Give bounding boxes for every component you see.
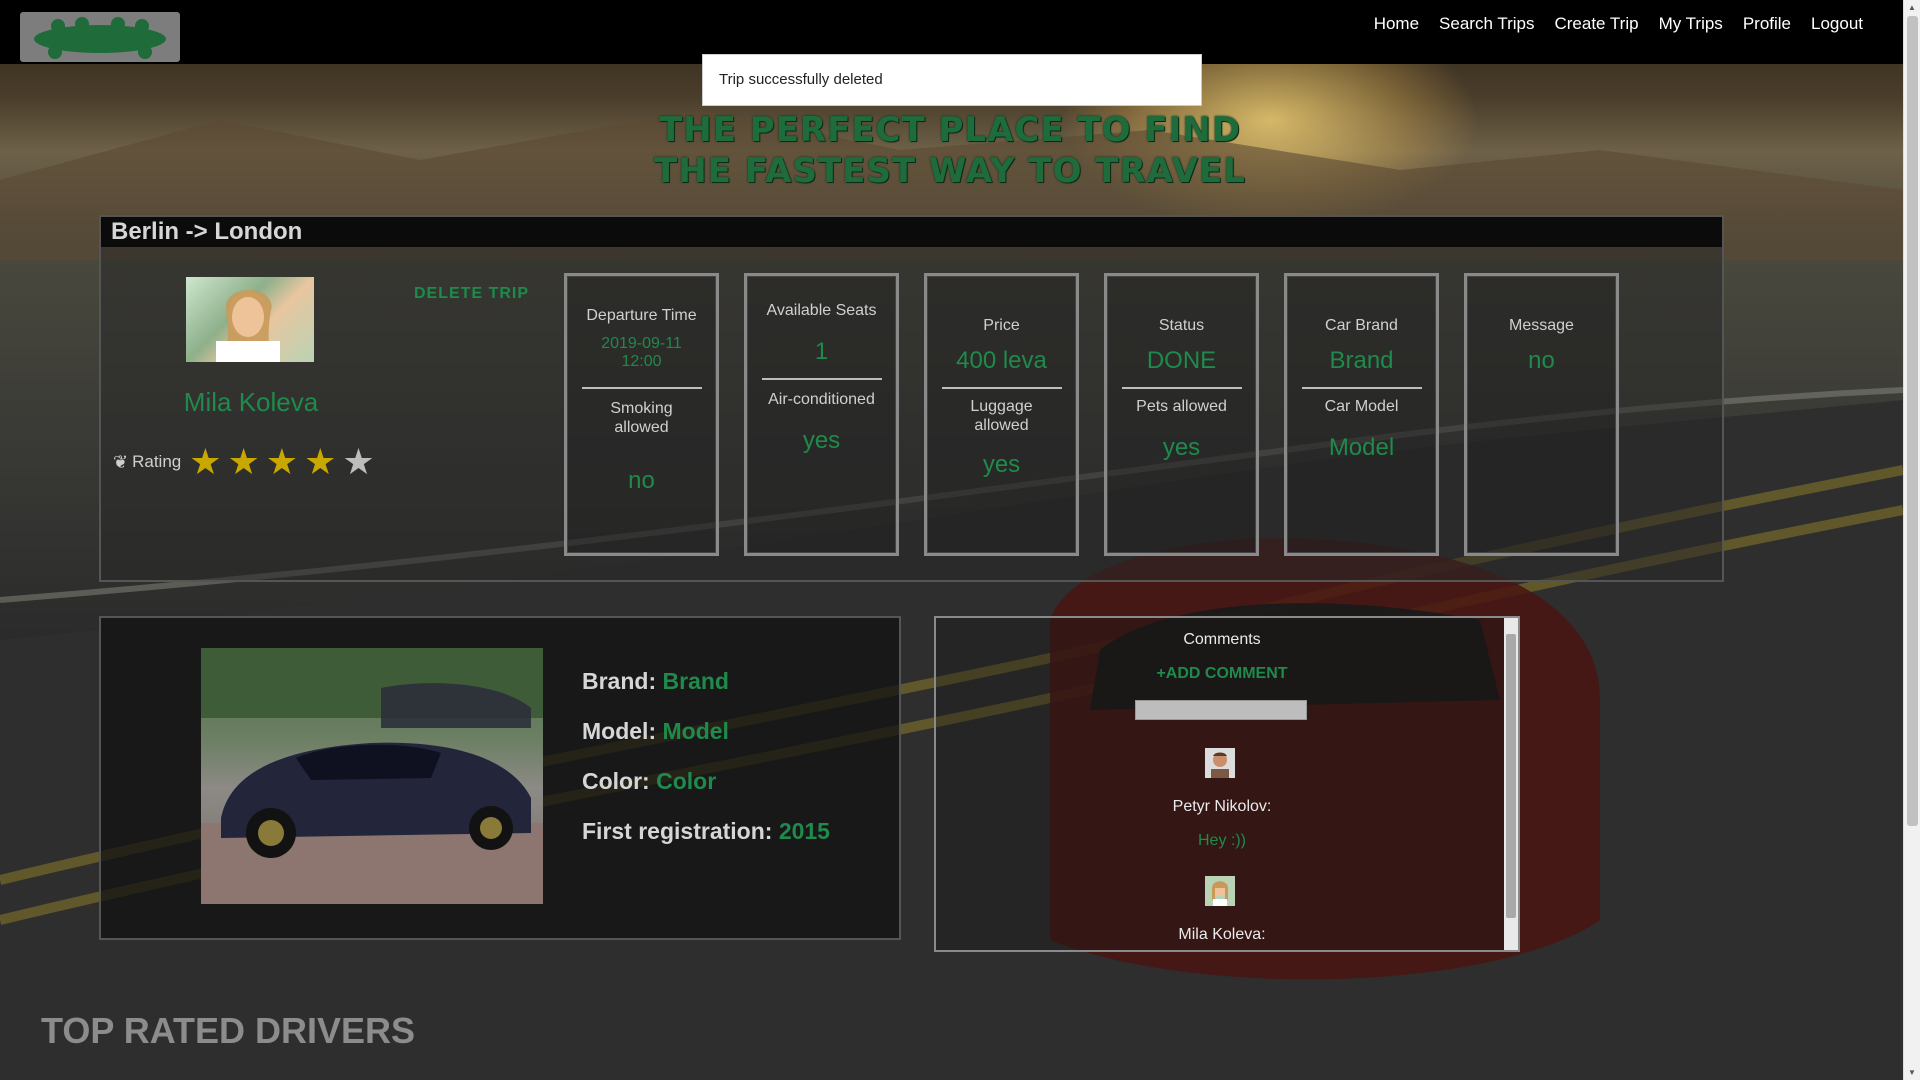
info-card-car: Car Brand Brand Car Model Model xyxy=(1284,273,1439,556)
star-icon: ★ xyxy=(265,441,299,482)
info-card-seats: Available Seats 1 Air-conditioned yes xyxy=(744,273,899,556)
add-comment-button[interactable]: +ADD COMMENT xyxy=(936,665,1508,683)
card-bottom-value: Model xyxy=(1328,434,1395,461)
hero-line-1: THE PERFECT PLACE TO FIND xyxy=(659,110,1241,150)
medal-icon: ❦ xyxy=(113,451,129,472)
card-top-value: 400 leva xyxy=(956,347,1047,374)
card-divider xyxy=(941,387,1062,389)
comment-input[interactable] xyxy=(1135,700,1307,720)
success-toast: Trip successfully deleted xyxy=(702,54,1202,106)
car-reg-label: First registration: xyxy=(582,818,773,844)
car-color-value: Color xyxy=(656,768,717,794)
comment-author: Mila Koleva: xyxy=(1178,926,1266,943)
comment-author: Petyr Nikolov: xyxy=(1172,798,1272,815)
comments-panel: Comments +ADD COMMENT Petyr Nikolov: Hey… xyxy=(934,616,1520,952)
info-card-message: Message no xyxy=(1464,273,1619,556)
car-reg-row: First registration: 2015 xyxy=(582,818,830,845)
nav-profile[interactable]: Profile xyxy=(1733,14,1801,34)
rating-label: Rating xyxy=(132,452,182,471)
card-top-label: Available Seats xyxy=(766,302,877,319)
info-card-departure: Departure Time 2019-09-11 12:00 Smoking … xyxy=(564,273,719,556)
nav-logout[interactable]: Logout xyxy=(1801,14,1873,34)
driver-avatar xyxy=(186,277,314,362)
car-specs: Brand: Brand Model: Model Color: Color F… xyxy=(582,668,830,868)
star-icon: ★ xyxy=(189,441,222,482)
card-divider xyxy=(761,378,882,380)
card-bottom-label: Smoking allowed xyxy=(610,400,673,436)
card-top-value: no xyxy=(1528,347,1555,374)
top-rated-drivers-heading: TOP RATED DRIVERS xyxy=(41,1010,416,1051)
nav-home[interactable]: Home xyxy=(1364,14,1429,34)
page-scrollbar[interactable]: ▲ ▼ xyxy=(1903,0,1920,1080)
toast-message: Trip successfully deleted xyxy=(719,71,883,88)
page-scroll-thumb[interactable] xyxy=(1907,16,1918,826)
comment-text: Hey :)) xyxy=(1198,832,1246,849)
car-brand-label: Brand: xyxy=(582,668,657,694)
card-top-label: Price xyxy=(983,317,1020,334)
car-photo xyxy=(201,648,543,904)
car-panel: Brand: Brand Model: Model Color: Color F… xyxy=(99,616,901,940)
info-card-price: Price 400 leva Luggage allowed yes xyxy=(924,273,1079,556)
nav-create-trip[interactable]: Create Trip xyxy=(1544,14,1648,34)
car-brand-value: Brand xyxy=(662,668,729,694)
card-top-value: Brand xyxy=(1329,347,1394,374)
card-bottom-label: Luggage allowed xyxy=(970,398,1033,434)
card-top-value: 2019-09-11 12:00 xyxy=(601,335,682,370)
comments-scroll-thumb[interactable] xyxy=(1506,634,1516,918)
nav-search-trips[interactable]: Search Trips xyxy=(1429,14,1544,34)
card-divider xyxy=(581,387,702,389)
card-bottom-label: Car Model xyxy=(1324,398,1399,415)
star-icon: ★ xyxy=(227,441,260,482)
car-logo-icon xyxy=(34,17,166,59)
card-bottom-label: Pets allowed xyxy=(1136,398,1227,415)
car-color-row: Color: Color xyxy=(582,768,830,795)
hero-line-2: THE FASTEST WAY TO TRAVEL xyxy=(654,151,1246,191)
car-reg-value: 2015 xyxy=(778,818,830,844)
card-bottom-value: no xyxy=(628,467,655,494)
comment-avatar xyxy=(1205,876,1235,906)
car-model-value: Model xyxy=(662,718,729,744)
card-divider xyxy=(1121,387,1242,389)
comments-title: Comments xyxy=(1183,631,1261,648)
trip-route-title: Berlin -> London xyxy=(101,217,1722,247)
comment-avatar xyxy=(1205,748,1235,778)
star-icon: ★ xyxy=(304,441,337,482)
star-icon: ★ xyxy=(342,441,375,482)
card-divider xyxy=(1301,387,1422,389)
trip-panel: Berlin -> London Mila Koleva ❦ Rating ★ … xyxy=(99,215,1724,582)
card-top-value: 1 xyxy=(814,338,829,365)
nav-links: Home Search Trips Create Trip My Trips P… xyxy=(1364,14,1873,34)
driver-rating: ❦ Rating ★ ★ ★ ★ ★ xyxy=(113,444,381,480)
car-model-label: Model: xyxy=(582,718,657,744)
info-card-status: Status DONE Pets allowed yes xyxy=(1104,273,1259,556)
hero-title: THE PERFECT PLACE TO FIND THE FASTEST WA… xyxy=(560,110,1340,192)
car-model-row: Model: Model xyxy=(582,718,830,745)
card-bottom-value: yes xyxy=(982,451,1021,478)
driver-name: Mila Koleva xyxy=(183,387,319,417)
card-top-value: DONE xyxy=(1146,347,1217,374)
site-logo[interactable] xyxy=(20,12,180,62)
comments-scrollbar[interactable] xyxy=(1504,618,1518,950)
card-top-label: Message xyxy=(1509,317,1574,334)
car-brand-row: Brand: Brand xyxy=(582,668,830,695)
card-bottom-value: yes xyxy=(1162,434,1201,461)
car-color-label: Color: xyxy=(582,768,650,794)
card-bottom-value: yes xyxy=(802,427,841,454)
scroll-up-icon[interactable]: ▲ xyxy=(1908,3,1916,12)
scroll-down-icon[interactable]: ▼ xyxy=(1908,1068,1916,1077)
card-bottom-label: Air-conditioned xyxy=(768,391,875,408)
card-top-label: Status xyxy=(1158,317,1205,334)
card-top-label: Departure Time xyxy=(586,307,697,324)
nav-my-trips[interactable]: My Trips xyxy=(1649,14,1733,34)
delete-trip-button[interactable]: DELETE TRIP xyxy=(414,285,529,303)
card-top-label: Car Brand xyxy=(1325,317,1398,334)
